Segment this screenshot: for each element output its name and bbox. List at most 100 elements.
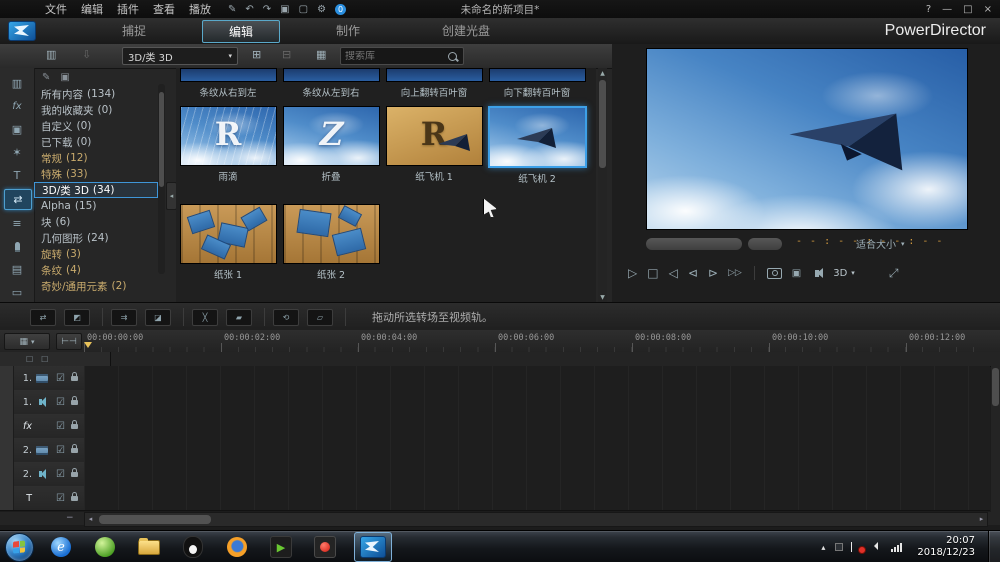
track-enable-checkbox[interactable]: ☑ [56, 493, 65, 504]
audio-mixing-room-icon[interactable]: ≡ [4, 214, 30, 233]
track-enable-checkbox[interactable]: ☑ [56, 469, 65, 480]
tab-edit[interactable]: 编辑 [202, 20, 280, 43]
video-track-lane[interactable] [84, 438, 990, 463]
search-icon[interactable] [448, 52, 457, 61]
category-custom[interactable]: 自定义(0) [34, 118, 158, 134]
movie-mode-button[interactable] [748, 238, 782, 250]
transition-item-paper1[interactable]: 纸张 1 [178, 204, 278, 281]
fit-size-dropdown[interactable]: 适合大小 ▾ [856, 236, 905, 251]
track-lock-icon[interactable] [71, 376, 78, 381]
transition-item-paperplane1[interactable]: R 纸飞机 1 [384, 106, 484, 183]
menu-file[interactable]: 文件 [45, 1, 67, 17]
import-media-icon[interactable]: ⊞ [252, 48, 261, 61]
track-select-strip[interactable] [0, 366, 14, 390]
taskbar-explorer-icon[interactable] [134, 534, 164, 560]
zoom-out-icon[interactable]: − [66, 513, 74, 523]
room-filter-dropdown[interactable]: 3D/类 3D ▾ [122, 47, 238, 65]
track-select-strip[interactable] [0, 414, 14, 438]
snapshot-icon[interactable] [767, 268, 782, 279]
timeline-vscrollbar[interactable] [991, 366, 1000, 512]
category-favorites[interactable]: 我的收藏夹(0) [34, 102, 158, 118]
category-all[interactable]: 所有内容(134) [34, 86, 158, 102]
taskbar-media-player-icon[interactable]: ▶ [266, 534, 296, 560]
track-lock-icon[interactable] [71, 448, 78, 453]
grid-view-icon[interactable]: ▦ [316, 48, 326, 61]
taskbar-clock[interactable]: 20:07 2018/12/23 [917, 535, 975, 560]
prefix-transition-icon[interactable]: ⇉ [111, 309, 137, 326]
hidden-icons-chevron[interactable]: ▴ [821, 543, 825, 552]
menu-edit[interactable]: 编辑 [81, 1, 103, 17]
taskbar-powerdirector-active[interactable] [354, 532, 392, 562]
transition-item[interactable]: 条纹从左到右 [281, 68, 381, 99]
subtitle-room-icon[interactable]: ▭ [4, 283, 30, 302]
show-desktop-button[interactable] [988, 531, 1000, 562]
transition-room-icon[interactable]: ⇄ [4, 189, 32, 210]
notification-badge[interactable]: 0 [335, 4, 346, 15]
hscroll-thumb[interactable] [99, 515, 211, 524]
scroll-up-icon[interactable]: ▲ [598, 68, 607, 78]
category-general[interactable]: 常规(12) [34, 150, 158, 166]
category-alpha[interactable]: Alpha(15) [34, 198, 158, 214]
taskbar-browser-icon[interactable]: e [46, 534, 76, 560]
track-select-strip[interactable] [0, 438, 14, 462]
effect-room-icon[interactable]: fx [4, 97, 30, 116]
window-mode-icon[interactable]: ▢ [299, 4, 308, 15]
tab-create-disc[interactable]: 创建光盘 [416, 20, 516, 43]
menu-plugins[interactable]: 插件 [117, 1, 139, 17]
taskbar-green-app-icon[interactable] [90, 534, 120, 560]
range-select-icon[interactable]: ☐ [26, 355, 33, 364]
random-transition-icon[interactable]: ╳ [192, 309, 218, 326]
settings-gear-icon[interactable]: ⚙ [317, 4, 326, 15]
video-track-lane[interactable] [84, 366, 990, 391]
track-enable-checkbox[interactable]: ☑ [56, 397, 65, 408]
track-enable-checkbox[interactable]: ☑ [56, 421, 65, 432]
particle-room-icon[interactable]: ✶ [4, 143, 30, 162]
category-3d[interactable]: 3D/类 3D(34) [34, 182, 158, 198]
previous-button[interactable]: ◁ [669, 266, 678, 280]
transition-item[interactable]: 向上翻转百叶窗 [384, 68, 484, 99]
timeline-ruler[interactable]: 00:00:00:00 00:00:02:00 00:00:04:00 00:0… [84, 330, 990, 352]
fx-track-lane[interactable] [84, 414, 990, 439]
stop-button[interactable]: □ [647, 266, 658, 280]
undo-icon[interactable]: ↶ [245, 4, 253, 15]
audio-track-lane[interactable] [84, 390, 990, 415]
playhead-marker[interactable] [84, 342, 92, 348]
maximize-button[interactable]: □ [963, 4, 972, 15]
transition-template-icon[interactable]: ▣ [60, 72, 69, 83]
tab-produce[interactable]: 制作 [310, 20, 386, 43]
step-forward-button[interactable]: ⊳ [708, 266, 718, 280]
category-rotate[interactable]: 旋转(3) [34, 246, 158, 262]
new-transition-icon[interactable]: ✎ [42, 72, 50, 83]
import-folder-icon[interactable]: ⊟ [282, 48, 291, 61]
track-lock-icon[interactable] [71, 424, 78, 429]
cross-transition-icon[interactable]: ⇄ [30, 309, 56, 326]
track-manager-button[interactable]: ▦ ▾ [4, 333, 50, 350]
pip-room-icon[interactable]: ▣ [4, 120, 30, 139]
category-fantastic[interactable]: 奇妙/通用元素(2) [34, 278, 158, 294]
category-block[interactable]: 块(6) [34, 214, 158, 230]
track-lock-icon[interactable] [71, 496, 78, 501]
transition-item[interactable]: 条纹从右到左 [178, 68, 278, 99]
draw-icon[interactable]: ✎ [228, 4, 236, 15]
step-back-button[interactable]: ⊲ [688, 266, 698, 280]
overlap-transition-icon[interactable]: ◩ [64, 309, 90, 326]
clip-mode-button[interactable] [646, 238, 742, 250]
title-room-icon[interactable]: T [4, 166, 30, 185]
help-button[interactable]: ? [926, 4, 931, 15]
track-lock-icon[interactable] [71, 400, 78, 405]
track-enable-checkbox[interactable]: ☑ [56, 373, 65, 384]
download-icon[interactable]: ⇩ [82, 48, 91, 61]
scroll-right-icon[interactable]: ▸ [976, 514, 987, 524]
minimize-button[interactable]: — [942, 4, 952, 15]
apply-all-transition-icon[interactable]: ▰ [226, 309, 252, 326]
volume-icon[interactable] [815, 270, 819, 277]
category-stripes[interactable]: 条纹(4) [34, 262, 158, 278]
title-track-lane[interactable] [84, 486, 990, 511]
taskbar-qq-icon[interactable] [178, 534, 208, 560]
taskbar-firefox-icon[interactable] [222, 534, 252, 560]
category-downloaded[interactable]: 已下载(0) [34, 134, 158, 150]
3d-mode-dropdown[interactable]: 3D ▾ [833, 268, 855, 279]
ruler-options-button[interactable]: ⊢⊣ [56, 333, 82, 350]
track-enable-checkbox[interactable]: ☑ [56, 445, 65, 456]
taskbar-recorder-icon[interactable] [310, 534, 340, 560]
